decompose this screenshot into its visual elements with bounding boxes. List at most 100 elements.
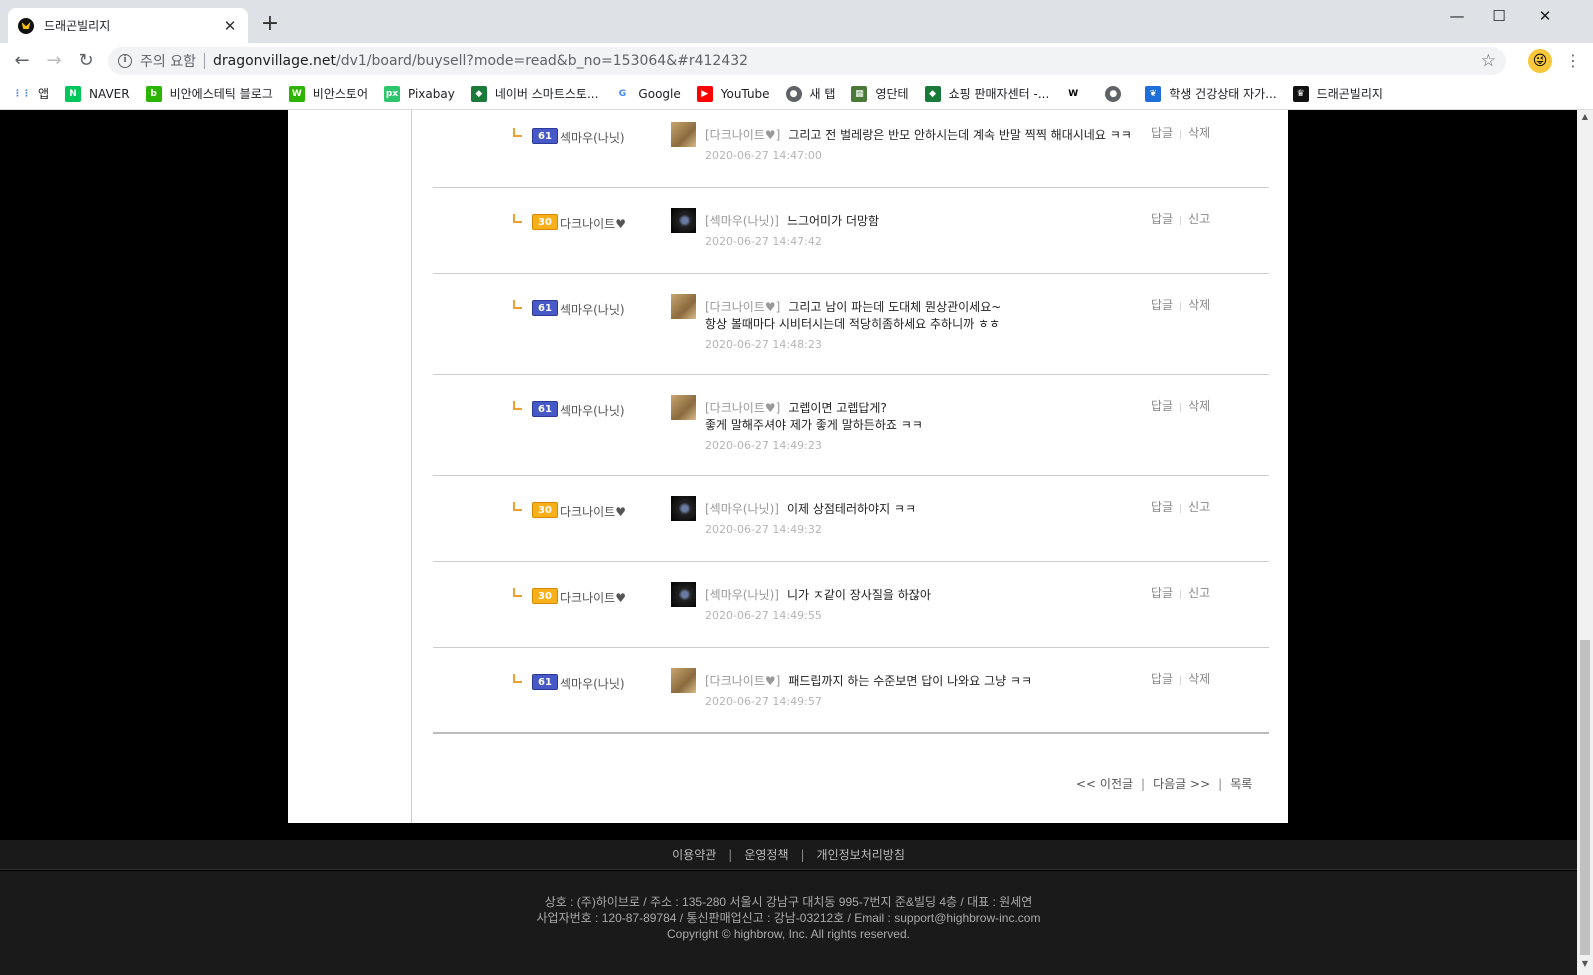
reply-button[interactable]: 답글 (1151, 672, 1173, 686)
level-badge: 61 (532, 300, 558, 316)
comment-timestamp: 2020-06-27 14:49:57 (705, 695, 822, 708)
bookmark-item[interactable]: G Google (614, 86, 681, 102)
reply-target: [섹마우(나닛)] (705, 588, 779, 602)
level-badge: 30 (532, 502, 558, 518)
bookmark-item[interactable]: b 비안에스테틱 블로그 (145, 85, 273, 102)
info-icon[interactable]: i (118, 54, 132, 68)
level-badge: 61 (532, 401, 558, 417)
comment-actions: 답글 | 신고 (1151, 498, 1210, 515)
reply-button[interactable]: 답글 (1151, 298, 1173, 312)
comment-action-button[interactable]: 신고 (1188, 500, 1210, 514)
bookmark-item[interactable]: ◆ 네이버 스마트스토... (470, 85, 598, 102)
forward-arrow-icon[interactable]: → (42, 49, 66, 73)
comment-author[interactable]: 섹마우(나닛) (560, 402, 625, 419)
action-divider: | (1179, 216, 1183, 226)
comment-row: 61 섹마우(나닛) [다크나이트♥] 그리고 전 벌레랑은 반모 안하시는데 계속 … (433, 110, 1269, 188)
comment-text-line: 이제 상점테러하야지 ㅋㅋ (786, 502, 917, 516)
footer-link-terms[interactable]: 이용약관 (672, 848, 716, 862)
comment-author[interactable]: 다크나이트♥ (560, 215, 626, 232)
prev-post-link[interactable]: << 이전글 (1076, 777, 1133, 791)
comment-author[interactable]: 섹마우(나닛) (560, 129, 625, 146)
maximize-icon[interactable]: ☐ (1476, 4, 1522, 28)
comment-action-button[interactable]: 삭제 (1188, 126, 1210, 140)
comment-action-button[interactable]: 신고 (1188, 212, 1210, 226)
scroll-up-icon[interactable]: ▲ (1577, 112, 1593, 126)
reply-arrow-icon (513, 128, 522, 137)
comment-author[interactable]: 다크나이트♥ (560, 503, 626, 520)
list-link[interactable]: 목록 (1230, 777, 1252, 791)
bookmark-item[interactable]: ◆ 쇼핑 판매자센터 -... (924, 85, 1049, 102)
author-avatar[interactable] (671, 668, 696, 693)
profile-avatar[interactable]: 😜 (1528, 49, 1552, 73)
next-post-link[interactable]: 다음글 >> (1153, 777, 1210, 791)
bookmark-item[interactable]: ♛ 드래곤빌리지 (1292, 85, 1383, 102)
comment-timestamp: 2020-06-27 14:49:23 (705, 439, 822, 452)
bookmark-star-icon[interactable]: ☆ (1481, 51, 1496, 71)
comment-actions: 답글 | 삭제 (1151, 124, 1210, 141)
reply-arrow-icon (513, 214, 522, 223)
comment-action-button[interactable]: 삭제 (1188, 298, 1210, 312)
bookmark-label: 학생 건강상태 자가... (1169, 87, 1277, 101)
store-icon: W (288, 85, 305, 102)
comment-timestamp: 2020-06-27 14:47:42 (705, 235, 822, 248)
bookmark-item[interactable]: ● 새 탭 (785, 85, 836, 102)
browser-tab[interactable]: 드래곤빌리지 ✕ (8, 8, 248, 43)
footer-link-privacy[interactable]: 개인정보처리방침 (817, 848, 905, 862)
bookmark-item[interactable]: W (1065, 86, 1089, 102)
reply-arrow-icon (513, 300, 522, 309)
comment-author[interactable]: 섹마우(나닛) (560, 301, 625, 318)
author-avatar[interactable] (671, 294, 696, 319)
author-avatar[interactable] (671, 582, 696, 607)
action-divider: | (1179, 676, 1183, 686)
level-badge: 30 (532, 214, 558, 230)
bookmark-item[interactable]: ● (1105, 85, 1129, 102)
comment-action-button[interactable]: 신고 (1188, 586, 1210, 600)
minimize-icon[interactable]: — (1434, 4, 1480, 28)
tab-close-icon[interactable]: ✕ (222, 17, 238, 35)
new-tab-icon[interactable]: + (258, 12, 282, 36)
bookmark-label: 새 탭 (809, 87, 836, 101)
address-bar[interactable]: i 주의 요함 dragonvillage.net/dv1/board/buys… (108, 47, 1506, 75)
comment-text-line: 좋게 말해주셔야 제가 좋게 말하든하죠 ㅋㅋ (705, 418, 923, 432)
security-label: 주의 요함 (140, 54, 196, 70)
bookmark-item[interactable]: ⋮⋮ 앱 (13, 85, 49, 102)
reply-button[interactable]: 답글 (1151, 126, 1173, 140)
author-avatar[interactable] (671, 496, 696, 521)
bookmark-item[interactable]: W 비안스토어 (288, 85, 368, 102)
comment-action-button[interactable]: 삭제 (1188, 672, 1210, 686)
bookmark-item[interactable]: ❦ 학생 건강상태 자가... (1145, 85, 1277, 102)
bookmark-item[interactable]: px Pixabay (383, 85, 455, 102)
wikipedia-icon: W (1068, 88, 1079, 99)
back-arrow-icon[interactable]: ← (10, 49, 34, 73)
comment-text-line: 니가 ㅈ같이 장사질을 하잖아 (786, 588, 931, 602)
window-close-icon[interactable]: ✕ (1522, 4, 1568, 28)
bookmark-label: 비안스토어 (312, 87, 368, 101)
scrollbar-thumb[interactable] (1580, 640, 1590, 955)
bookmark-item[interactable]: N NAVER (65, 85, 130, 102)
author-avatar[interactable] (671, 208, 696, 233)
url-text[interactable]: dragonvillage.net/dv1/board/buysell?mode… (213, 53, 748, 69)
comment-body: [섹마우(나닛)] 니가 ㅈ같이 장사질을 하잖아 (705, 587, 1145, 604)
comment-timestamp: 2020-06-27 14:49:32 (705, 523, 822, 536)
comment-actions: 답글 | 삭제 (1151, 296, 1210, 313)
reply-button[interactable]: 답글 (1151, 399, 1173, 413)
footer-link-policy[interactable]: 운영정책 (744, 848, 788, 862)
author-avatar[interactable] (671, 122, 696, 147)
comment-row: 61 섹마우(나닛) [다크나이트♥] 패드립까지 하는 수준보면 답이 나와요 그냥… (433, 648, 1269, 734)
reply-button[interactable]: 답글 (1151, 212, 1173, 226)
reload-icon[interactable]: ↻ (74, 49, 98, 73)
menu-kebab-icon[interactable]: ⋮ (1565, 49, 1581, 73)
reply-button[interactable]: 답글 (1151, 500, 1173, 514)
comment-author[interactable]: 섹마우(나닛) (560, 675, 625, 692)
comment-author[interactable]: 다크나이트♥ (560, 589, 626, 606)
reply-button[interactable]: 답글 (1151, 586, 1173, 600)
scroll-down-icon[interactable]: ▼ (1577, 959, 1593, 973)
comment-action-button[interactable]: 삭제 (1188, 399, 1210, 413)
author-avatar[interactable] (671, 395, 696, 420)
bookmark-item[interactable]: ▶ YouTube (696, 85, 770, 102)
page-scrollbar[interactable]: ▲ ▼ (1577, 110, 1593, 975)
google-icon: G (618, 88, 627, 99)
smartstore-icon: ◆ (470, 85, 487, 102)
pager-divider: | (1141, 777, 1146, 791)
bookmark-item[interactable]: ▦ 영단테 (851, 85, 909, 102)
